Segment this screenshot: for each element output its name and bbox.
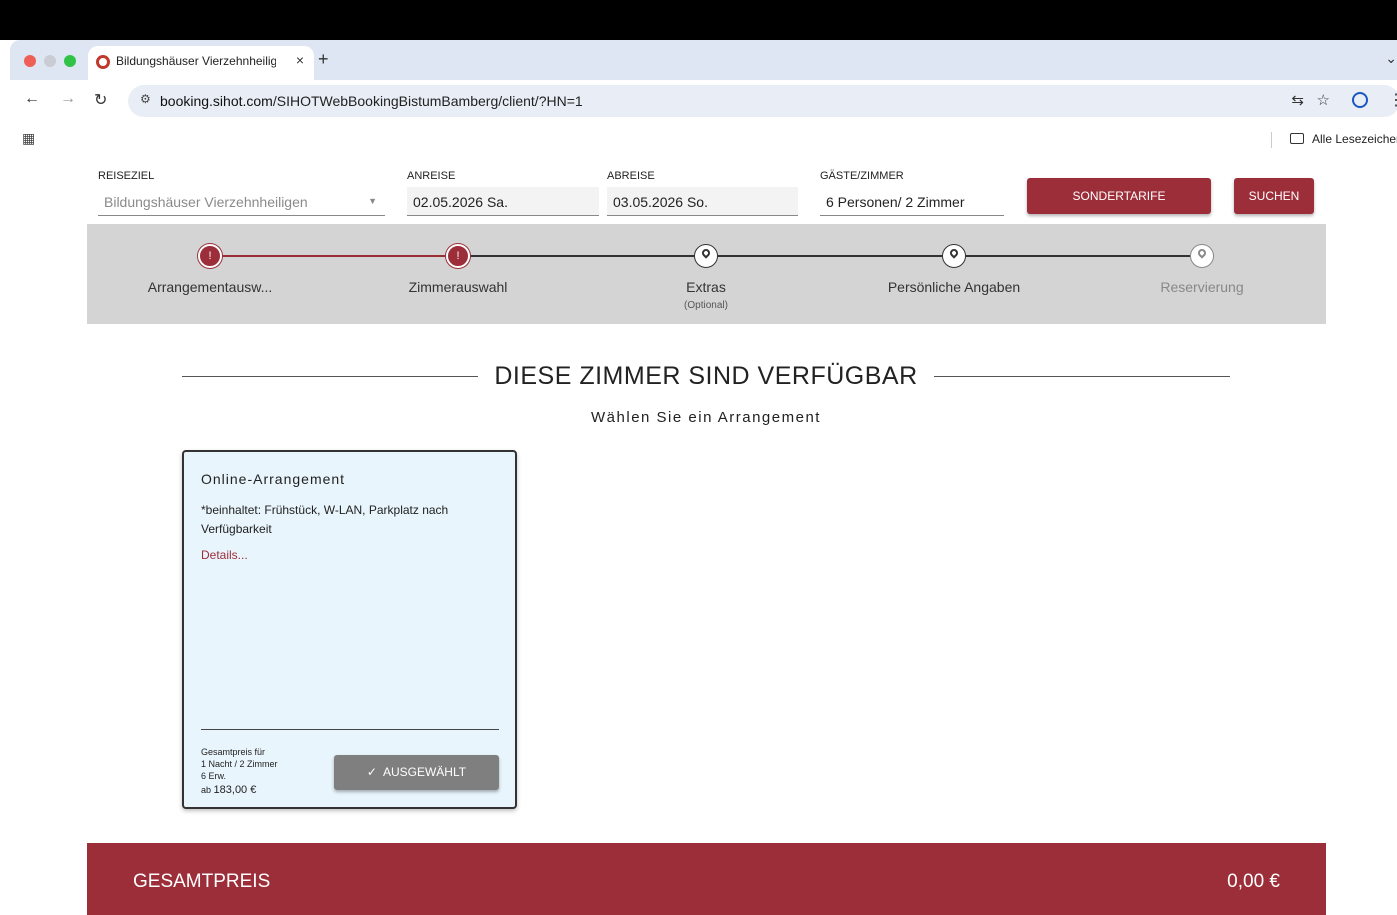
price-value: 183,00 € — [213, 784, 257, 796]
arrangement-price: ab 183,00 € — [201, 784, 256, 796]
bookmarks-bar: ▦ Alle Lesezeichen — [10, 122, 1397, 158]
tab-title: Bildungshäuser Vierzehnheilig — [116, 54, 276, 68]
bookmark-star-icon[interactable]: ☆ — [1317, 91, 1330, 109]
total-price-bar: GESAMTPREIS 0,00 € — [87, 843, 1326, 915]
translate-icon[interactable]: ⇆ — [1291, 91, 1304, 109]
site-settings-icon[interactable]: ⚙ — [140, 92, 151, 106]
minimize-window-button[interactable] — [44, 55, 56, 67]
dropdown-arrow-icon: ▼ — [368, 196, 377, 206]
destination-value: Bildungshäuser Vierzehnheiligen — [104, 194, 308, 210]
guests-label: GÄSTE/ZIMMER — [820, 170, 904, 182]
close-window-button[interactable] — [24, 55, 36, 67]
page-subtitle: Wählen Sie ein Arrangement — [591, 409, 821, 426]
step-connector — [211, 255, 458, 257]
search-button[interactable]: SUCHEN — [1234, 178, 1314, 214]
bookmarks-separator — [1271, 132, 1272, 148]
address-bar[interactable]: ⚙ booking.sihot.com/SIHOTWebBookingBistu… — [128, 85, 1397, 117]
step-label-personal[interactable]: Persönliche Angaben — [854, 279, 1054, 295]
step-alert-icon[interactable]: ! — [198, 244, 222, 268]
browser-toolbar: ← → ↻ ⚙ booking.sihot.com/SIHOTWebBookin… — [10, 80, 1397, 122]
window-top-bar — [0, 0, 1397, 40]
reload-icon[interactable]: ↻ — [94, 90, 107, 110]
price-caption-line: Gesamtpreis für — [201, 747, 266, 757]
step-sublabel-optional: (Optional) — [684, 300, 728, 311]
forward-arrow-icon[interactable]: → — [60, 90, 76, 108]
step-pin-icon[interactable] — [694, 244, 718, 268]
arrival-field: ANREISE 02.05.2026 Sa. — [407, 170, 599, 216]
checkmark-icon: ✓ — [366, 765, 377, 779]
details-link[interactable]: Details... — [201, 548, 248, 562]
selected-button-label: AUSGEWÄHLT — [382, 765, 467, 779]
step-label-room[interactable]: Zimmerauswahl — [358, 279, 558, 295]
tab-close-icon[interactable]: × — [296, 52, 304, 68]
guests-input[interactable]: 6 Personen/ 2 Zimmer — [820, 187, 1004, 216]
destination-label: REISEZIEL — [98, 170, 155, 182]
folder-icon — [1290, 133, 1304, 144]
price-caption: Gesamtpreis für 1 Nacht / 2 Zimmer 6 Erw… — [201, 746, 278, 782]
step-label-extras[interactable]: Extras — [606, 279, 806, 295]
departure-input[interactable]: 03.05.2026 So. — [607, 187, 798, 216]
special-rates-button[interactable]: SONDERTARIFE — [1027, 178, 1211, 214]
card-divider — [201, 729, 499, 730]
booking-search-bar: REISEZIEL Bildungshäuser Vierzehnheilige… — [87, 160, 1326, 224]
arrival-input[interactable]: 02.05.2026 Sa. — [407, 187, 599, 216]
new-tab-button[interactable]: + — [318, 49, 329, 70]
arrival-label: ANREISE — [407, 170, 456, 182]
arrangement-title: Online-Arrangement — [201, 471, 346, 487]
more-menu-icon[interactable]: ⋮ — [1388, 90, 1397, 110]
step-label-reservation: Reservierung — [1160, 279, 1244, 295]
departure-label: ABREISE — [607, 170, 655, 182]
destination-select[interactable]: Bildungshäuser Vierzehnheiligen ▼ — [98, 187, 385, 216]
site-favicon-icon — [96, 55, 110, 69]
price-prefix: ab — [201, 785, 212, 795]
destination-field: REISEZIEL Bildungshäuser Vierzehnheilige… — [98, 170, 385, 216]
total-value: 0,00 € — [1227, 871, 1280, 892]
profile-icon[interactable] — [1352, 92, 1368, 108]
back-arrow-icon[interactable]: ← — [24, 90, 40, 108]
arrangement-description: *beinhaltet: Frühstück, W-LAN, Parkplatz… — [201, 503, 449, 536]
step-pin-icon[interactable] — [942, 244, 966, 268]
tab-search-icon[interactable]: ⌄ — [1385, 50, 1397, 67]
step-pin-icon — [1190, 244, 1214, 268]
page-title: DIESE ZIMMER SIND VERFÜGBAR — [494, 362, 918, 390]
step-alert-icon[interactable]: ! — [446, 244, 470, 268]
browser-tab[interactable]: Bildungshäuser Vierzehnheilig × — [88, 46, 314, 80]
booking-stepper: ! ! Arrangementausw... Zimmerauswahl Ext… — [87, 224, 1326, 324]
browser-tab-strip: Bildungshäuser Vierzehnheilig × + ⌄ — [10, 40, 1397, 80]
selected-button[interactable]: ✓ AUSGEWÄHLT — [334, 755, 499, 790]
arrangement-card[interactable]: Online-Arrangement *beinhaltet: Frühstüc… — [182, 450, 517, 809]
step-connector — [458, 255, 1203, 257]
price-caption-line: 6 Erw. — [201, 771, 227, 781]
guests-field: GÄSTE/ZIMMER 6 Personen/ 2 Zimmer — [820, 170, 1004, 216]
maximize-window-button[interactable] — [64, 55, 76, 67]
departure-field: ABREISE 03.05.2026 So. — [607, 170, 798, 216]
all-bookmarks-link[interactable]: Alle Lesezeichen — [1312, 132, 1397, 146]
total-label: GESAMTPREIS — [133, 871, 271, 892]
step-label-arrangement[interactable]: Arrangementausw... — [110, 279, 310, 295]
price-caption-line: 1 Nacht / 2 Zimmer — [201, 759, 278, 769]
apps-grid-icon[interactable]: ▦ — [22, 130, 35, 147]
url-text[interactable]: booking.sihot.com/SIHOTWebBookingBistumB… — [160, 93, 583, 109]
